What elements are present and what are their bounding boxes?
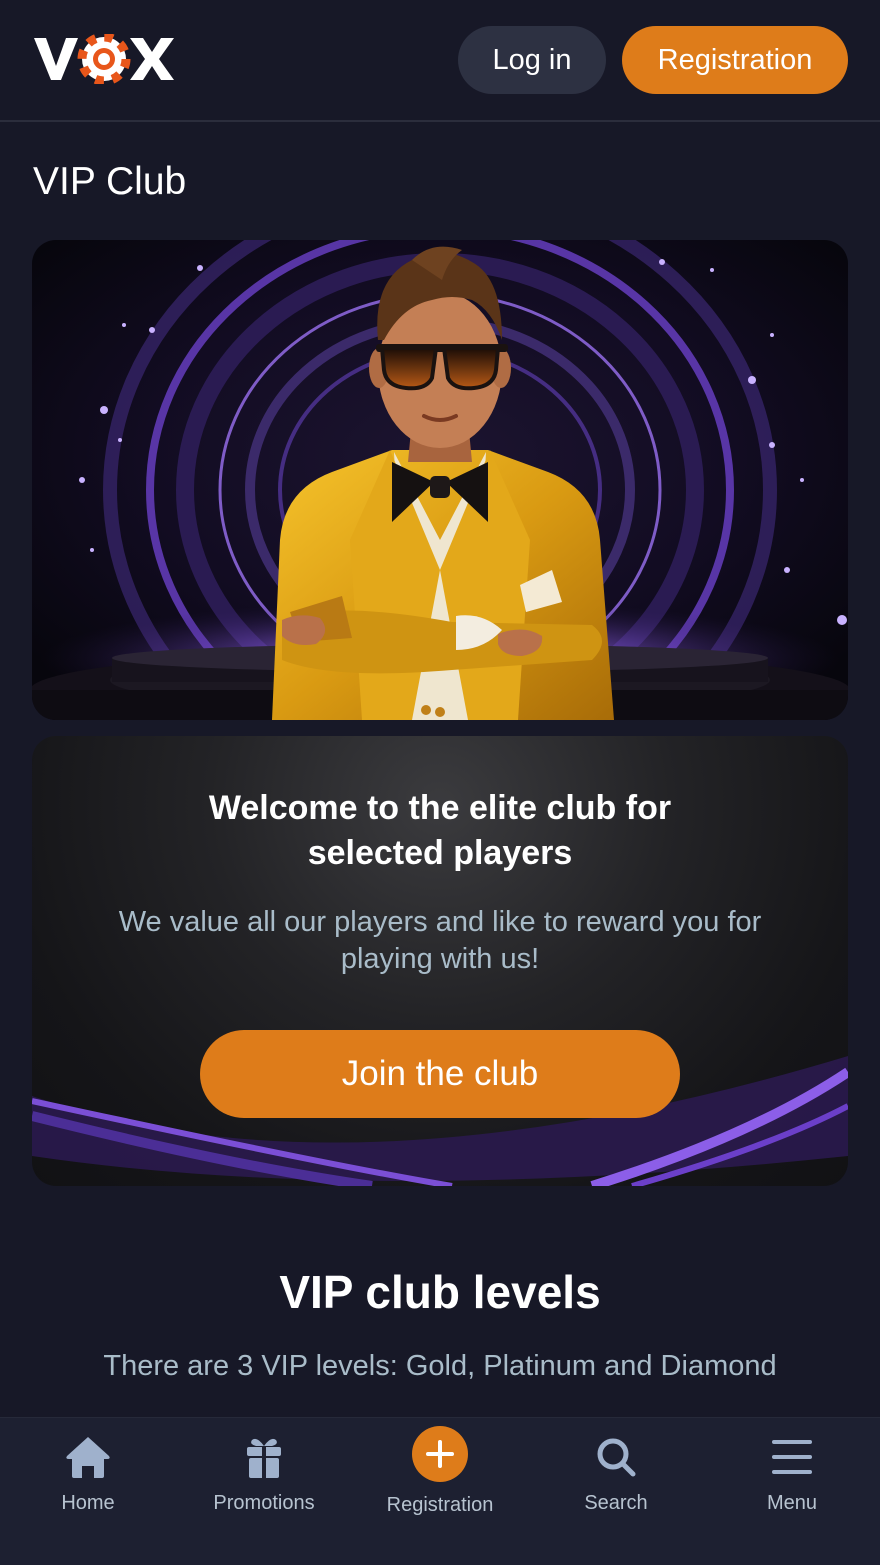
registration-button[interactable]: Registration [622, 26, 848, 94]
vip-levels-title: VIP club levels [279, 1266, 601, 1318]
vox-logo[interactable] [33, 34, 175, 84]
home-icon [66, 1437, 110, 1478]
nav-label-promotions: Promotions [213, 1492, 315, 1514]
welcome-title: Welcome to the elite club for selected p… [32, 786, 848, 876]
top-header: Log in Registration [0, 0, 880, 122]
plus-icon [426, 1440, 454, 1468]
login-button[interactable]: Log in [458, 26, 606, 94]
menu-icon [772, 1440, 812, 1474]
nav-label-registration: Registration [386, 1494, 494, 1516]
join-club-button[interactable]: Join the club [200, 1030, 680, 1118]
welcome-title-line1: Welcome to the elite club for [208, 789, 672, 827]
nav-item-registration[interactable]: Registration [352, 1418, 528, 1565]
bottom-navigation: Home Promotions Registration Search Menu [0, 1417, 880, 1565]
vip-hero-banner [32, 240, 848, 720]
nav-item-home[interactable]: Home [0, 1418, 176, 1565]
welcome-subtitle: We value all our players and like to rew… [118, 906, 762, 975]
gift-icon [247, 1438, 281, 1478]
registration-plus-button [412, 1426, 468, 1482]
nav-item-search[interactable]: Search [528, 1418, 704, 1565]
nav-label-home: Home [61, 1492, 115, 1514]
welcome-title-line2: selected players [307, 834, 573, 872]
nav-item-promotions[interactable]: Promotions [176, 1418, 352, 1565]
search-icon [597, 1438, 636, 1477]
nav-label-search: Search [584, 1492, 648, 1514]
nav-label-menu: Menu [766, 1492, 818, 1514]
page-title: VIP Club [33, 160, 187, 203]
welcome-card: Welcome to the elite club for selected p… [32, 736, 848, 1186]
nav-item-menu[interactable]: Menu [704, 1418, 880, 1565]
vip-host-illustration [32, 240, 848, 720]
vip-levels-subtitle: There are 3 VIP levels: Gold, Platinum a… [103, 1350, 777, 1382]
